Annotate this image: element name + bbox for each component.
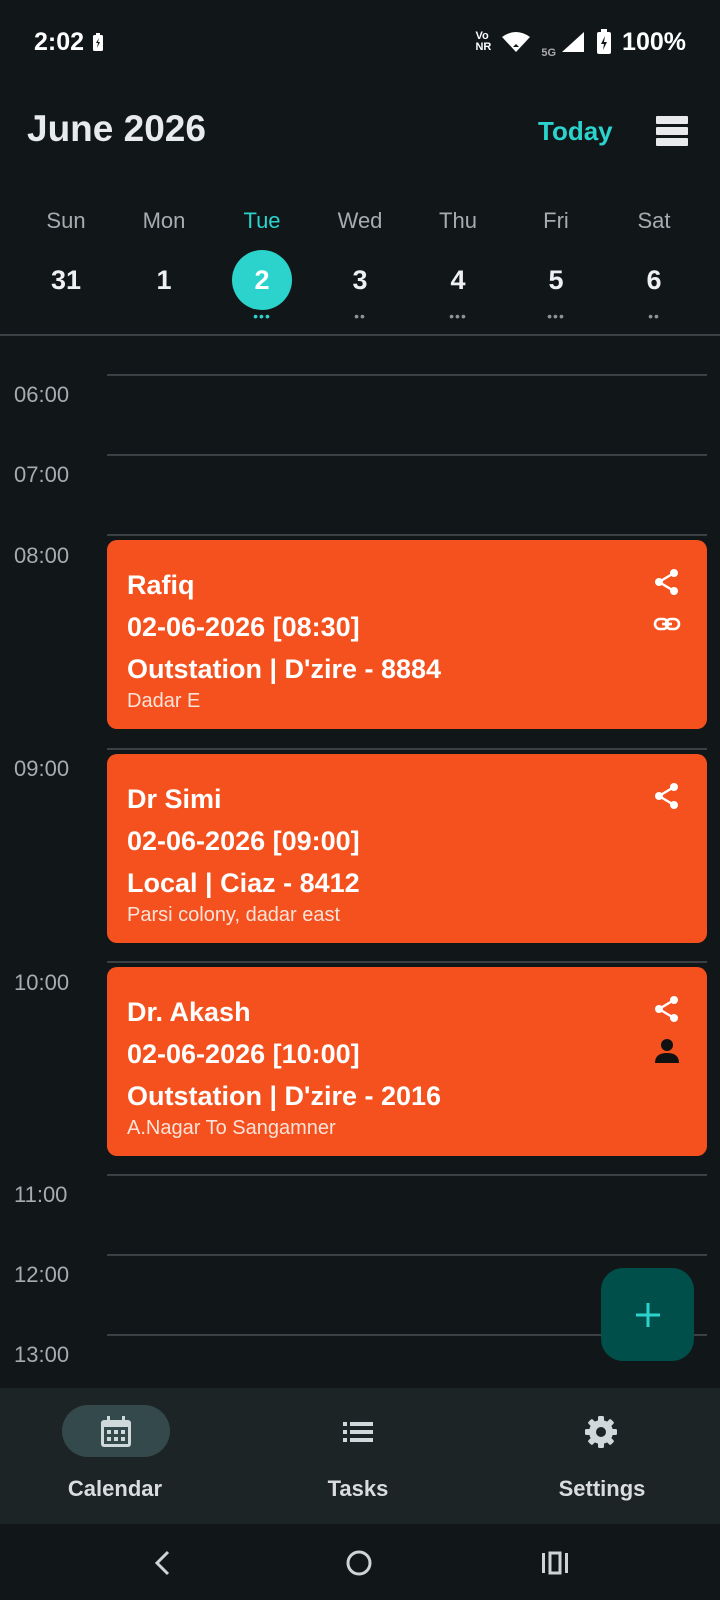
day-mon[interactable]: Mon 1 xyxy=(115,200,213,330)
wifi-icon xyxy=(502,32,531,52)
nav-calendar[interactable]: Calendar xyxy=(0,1388,240,1524)
day-name: Sat xyxy=(637,208,671,233)
day-number: 31 xyxy=(50,265,82,295)
today-button[interactable]: Today xyxy=(538,116,613,147)
home-icon[interactable] xyxy=(345,1549,373,1577)
event-detail: Outstation | D'zire - 8884 xyxy=(127,654,442,684)
event-card[interactable]: Dr. Akash 02-06-2026 [10:00] Outstation … xyxy=(107,967,707,1156)
event-card[interactable]: Dr Simi 02-06-2026 [09:00] Local | Ciaz … xyxy=(107,754,707,943)
day-fri[interactable]: Fri 5 ••• xyxy=(507,200,605,330)
person-icon[interactable] xyxy=(653,1037,681,1065)
day-name: Tue xyxy=(243,208,281,233)
time-label: 11:00 xyxy=(14,1182,68,1207)
hour-line xyxy=(107,1174,707,1176)
status-left: 2:02 xyxy=(34,28,104,57)
day-name: Sun xyxy=(46,208,86,233)
system-navigation-bar xyxy=(0,1524,720,1600)
battery-icon xyxy=(597,29,612,54)
event-date: 02-06-2026 [10:00] xyxy=(127,1039,360,1069)
day-name: Thu xyxy=(439,208,477,233)
recents-icon[interactable] xyxy=(540,1550,570,1576)
time-label: 08:00 xyxy=(14,543,70,568)
calendar-header: June 2026 Today xyxy=(0,100,720,164)
back-icon[interactable] xyxy=(151,1550,175,1576)
event-dots: ••• xyxy=(449,308,467,324)
event-location: Parsi colony, dadar east xyxy=(127,904,341,926)
hour-line xyxy=(107,534,707,536)
week-strip: Sun 31 Mon 1 Tue 2 ••• Wed 3 •• Thu 4 ••… xyxy=(17,200,703,330)
event-location: A.Nagar To Sangamner xyxy=(127,1117,336,1139)
event-name: Rafiq xyxy=(127,570,195,600)
month-title[interactable]: June 2026 xyxy=(27,108,206,150)
event-dots: ••• xyxy=(253,308,271,324)
share-icon[interactable] xyxy=(653,995,681,1023)
event-dots: ••• xyxy=(547,308,565,324)
event-date: 02-06-2026 [08:30] xyxy=(127,612,360,642)
nav-label-settings: Settings xyxy=(558,1476,646,1501)
nav-settings[interactable]: Settings xyxy=(482,1388,720,1524)
event-detail: Local | Ciaz - 8412 xyxy=(127,868,360,898)
time-label: 09:00 xyxy=(14,756,70,781)
event-name: Dr. Akash xyxy=(127,997,251,1027)
battery-charging-small-icon xyxy=(93,33,104,51)
week-divider xyxy=(0,334,720,336)
bottom-navigation: Calendar Tasks Settings xyxy=(0,1388,720,1524)
view-mode-icon[interactable] xyxy=(655,114,689,148)
add-event-button[interactable] xyxy=(601,1268,694,1361)
event-location: Dadar E xyxy=(127,690,201,712)
status-time: 2:02 xyxy=(34,27,85,56)
day-number: 6 xyxy=(646,265,662,295)
status-bar: 2:02 Vo NR 5G 100% xyxy=(0,0,720,84)
day-number-selected: 2 xyxy=(232,250,292,310)
plus-icon xyxy=(635,1302,660,1327)
time-label: 10:00 xyxy=(14,970,70,995)
nav-label-tasks: Tasks xyxy=(327,1476,389,1501)
day-number: 1 xyxy=(156,265,172,295)
hour-line xyxy=(107,1254,707,1256)
event-dots: •• xyxy=(354,308,366,324)
day-sat[interactable]: Sat 6 •• xyxy=(605,200,703,330)
day-name: Mon xyxy=(142,208,186,233)
day-number: 3 xyxy=(352,265,368,295)
share-icon[interactable] xyxy=(653,782,681,810)
event-detail: Outstation | D'zire - 2016 xyxy=(127,1081,442,1111)
status-right: Vo NR 5G 100% xyxy=(475,25,686,60)
hour-line xyxy=(107,961,707,963)
hour-line xyxy=(107,454,707,456)
day-number: 5 xyxy=(548,265,564,295)
gear-icon xyxy=(585,1416,617,1448)
hour-line xyxy=(107,748,707,750)
event-dots: •• xyxy=(648,308,660,324)
day-name: Wed xyxy=(337,208,383,233)
event-name: Dr Simi xyxy=(127,784,222,814)
volte-bottom: NR xyxy=(475,41,492,53)
battery-level: 100% xyxy=(622,27,686,56)
volte-indicator: Vo NR xyxy=(475,31,491,53)
day-wed[interactable]: Wed 3 •• xyxy=(311,200,409,330)
day-name: Fri xyxy=(543,208,569,233)
network-type: 5G xyxy=(541,47,557,59)
time-label: 13:00 xyxy=(14,1342,70,1367)
day-sun[interactable]: Sun 31 xyxy=(17,200,115,330)
list-icon xyxy=(343,1422,373,1442)
nav-label-calendar: Calendar xyxy=(67,1476,163,1501)
event-date: 02-06-2026 [09:00] xyxy=(127,826,360,856)
hour-line xyxy=(107,374,707,376)
share-icon[interactable] xyxy=(653,568,681,596)
day-number: 4 xyxy=(450,265,466,295)
time-label: 12:00 xyxy=(14,1262,70,1287)
event-card[interactable]: Rafiq 02-06-2026 [08:30] Outstation | D'… xyxy=(107,540,707,729)
day-thu[interactable]: Thu 4 ••• xyxy=(409,200,507,330)
link-icon[interactable] xyxy=(653,610,681,638)
signal-icon xyxy=(562,32,585,52)
time-label: 06:00 xyxy=(14,382,70,407)
calendar-icon xyxy=(101,1416,131,1447)
time-label: 07:00 xyxy=(14,462,70,487)
day-tue[interactable]: Tue 2 ••• xyxy=(213,200,311,330)
nav-tasks[interactable]: Tasks xyxy=(238,1388,478,1524)
